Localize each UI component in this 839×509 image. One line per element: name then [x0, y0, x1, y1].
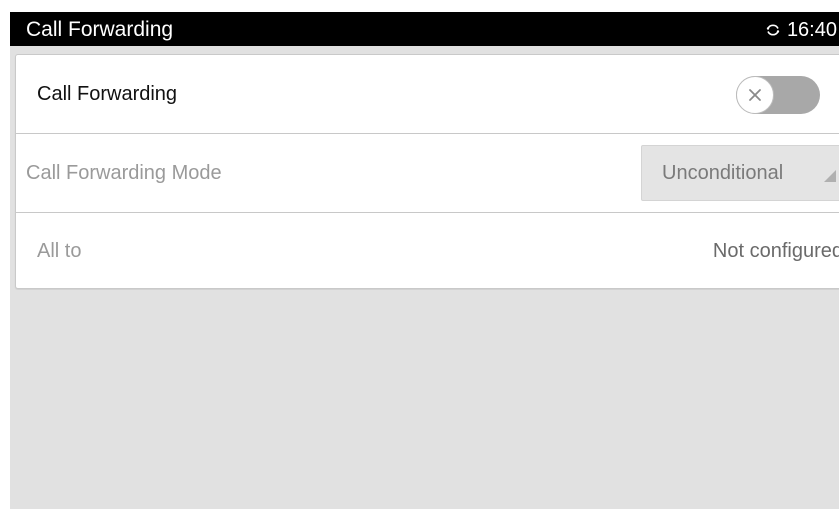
- settings-card: Call Forwarding Call Forwarding Mode Unc…: [15, 54, 839, 289]
- status-indicators: 16:40: [765, 18, 837, 42]
- all-to-row[interactable]: All to Not configured: [16, 213, 839, 288]
- call-forwarding-toggle[interactable]: [736, 76, 820, 114]
- status-bar: Call Forwarding 16:40: [10, 12, 839, 46]
- sync-icon: [765, 22, 781, 38]
- call-forwarding-mode-select[interactable]: Unconditional: [641, 145, 839, 201]
- call-forwarding-label: Call Forwarding: [37, 82, 178, 105]
- call-forwarding-mode-value: Unconditional: [662, 161, 784, 184]
- call-forwarding-mode-row: Call Forwarding Mode Unconditional: [16, 134, 839, 213]
- all-to-label: All to: [37, 240, 82, 262]
- call-forwarding-row[interactable]: Call Forwarding: [16, 55, 839, 134]
- empty-area: [10, 290, 839, 509]
- close-icon: [749, 89, 761, 101]
- status-time: 16:40: [786, 19, 837, 41]
- toggle-knob: [736, 76, 774, 114]
- all-to-value: Not configured: [712, 240, 839, 262]
- call-forwarding-mode-label: Call Forwarding Mode: [26, 161, 222, 184]
- screen: Call Forwarding 16:40 Call Forwarding Ca…: [10, 12, 839, 509]
- window-title: Call Forwarding: [26, 18, 174, 41]
- dropdown-corner-icon: [824, 170, 836, 182]
